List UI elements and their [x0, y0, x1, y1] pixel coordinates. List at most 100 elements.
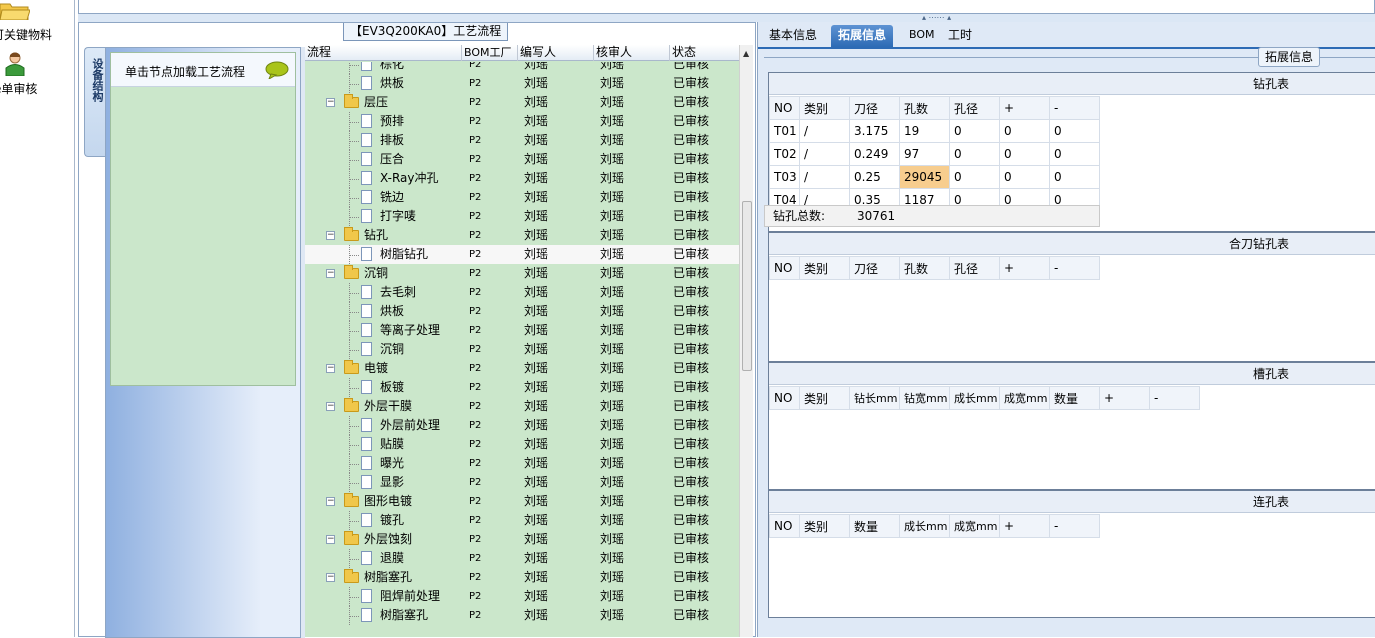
- tree-step-row[interactable]: 外层前处理 P2 刘瑶 刘瑶 已审核: [305, 416, 739, 435]
- grid-header-cell[interactable]: NO: [769, 96, 800, 120]
- vertical-tab-equipment[interactable]: 设备结构: [84, 47, 106, 157]
- tree-step-row[interactable]: 去毛刺 P2 刘瑶 刘瑶 已审核: [305, 283, 739, 302]
- grid-header-cell[interactable]: 成宽mm: [999, 386, 1050, 410]
- node-nav-header[interactable]: 单击节点加载工艺流程: [111, 53, 295, 87]
- tree-step-row[interactable]: 镀孔 P2 刘瑶 刘瑶 已审核: [305, 511, 739, 530]
- grid-cell[interactable]: T01: [769, 119, 800, 143]
- tree-group-row[interactable]: − 沉铜 P2 刘瑶 刘瑶 已审核: [305, 264, 739, 283]
- grid-cell[interactable]: 0: [949, 165, 1000, 189]
- scroll-thumb[interactable]: [742, 201, 752, 371]
- grid-cell[interactable]: 0: [999, 119, 1050, 143]
- grid-header-cell[interactable]: 类别: [799, 96, 850, 120]
- grid-header-cell[interactable]: 成宽mm: [949, 514, 1000, 538]
- grid-cell[interactable]: /: [799, 119, 850, 143]
- grid-header-cell[interactable]: NO: [769, 514, 800, 538]
- tree-step-row[interactable]: 贴膜 P2 刘瑶 刘瑶 已审核: [305, 435, 739, 454]
- tree-step-row[interactable]: 等离子处理 P2 刘瑶 刘瑶 已审核: [305, 321, 739, 340]
- collapse-toggle-icon[interactable]: −: [326, 402, 335, 411]
- top-splitter[interactable]: ▴ ⋯⋯ ▴: [78, 13, 1375, 22]
- tree-step-row[interactable]: X-Ray冲孔 P2 刘瑶 刘瑶 已审核: [305, 169, 739, 188]
- grid-header-cell[interactable]: -: [1049, 514, 1100, 538]
- table-row[interactable]: T02/0.249 97 0 0 0: [769, 142, 1100, 166]
- collapse-toggle-icon[interactable]: −: [326, 98, 335, 107]
- tree-step-row[interactable]: 板镀 P2 刘瑶 刘瑶 已审核: [305, 378, 739, 397]
- grid-cell[interactable]: 0.249: [849, 142, 900, 166]
- tree-step-row[interactable]: 排板 P2 刘瑶 刘瑶 已审核: [305, 131, 739, 150]
- grid-cell[interactable]: T03: [769, 165, 800, 189]
- tree-step-row[interactable]: 显影 P2 刘瑶 刘瑶 已审核: [305, 473, 739, 492]
- tree-step-row[interactable]: 压合 P2 刘瑶 刘瑶 已审核: [305, 150, 739, 169]
- grid-header-cell[interactable]: 钻长mm: [849, 386, 900, 410]
- grid-cell[interactable]: 0: [1049, 165, 1100, 189]
- tab-bom[interactable]: BOM: [902, 25, 942, 47]
- collapse-toggle-icon[interactable]: −: [326, 364, 335, 373]
- grid-header-cell[interactable]: +: [999, 96, 1050, 120]
- grid-cell[interactable]: 0: [999, 165, 1050, 189]
- tree-group-row[interactable]: − 层压 P2 刘瑶 刘瑶 已审核: [305, 93, 739, 112]
- grid-header-cell[interactable]: 孔径: [949, 96, 1000, 120]
- grid-header-cell[interactable]: -: [1049, 96, 1100, 120]
- tree-step-row[interactable]: 曝光 P2 刘瑶 刘瑶 已审核: [305, 454, 739, 473]
- tree-step-row[interactable]: 沉铜 P2 刘瑶 刘瑶 已审核: [305, 340, 739, 359]
- grid-cell[interactable]: 0: [949, 142, 1000, 166]
- grid-cell[interactable]: 0: [1049, 142, 1100, 166]
- grid-cell[interactable]: 0: [1049, 119, 1100, 143]
- tree-group-row[interactable]: − 电镀 P2 刘瑶 刘瑶 已审核: [305, 359, 739, 378]
- col-header-bom[interactable]: BOM工厂: [462, 45, 518, 61]
- grid-header-cell[interactable]: 类别: [799, 256, 850, 280]
- grid-cell[interactable]: 19: [899, 119, 950, 143]
- collapse-toggle-icon[interactable]: −: [326, 573, 335, 582]
- collapse-toggle-icon[interactable]: −: [326, 269, 335, 278]
- tree-step-row[interactable]: 退膜 P2 刘瑶 刘瑶 已审核: [305, 549, 739, 568]
- grid-header-cell[interactable]: -: [1149, 386, 1200, 410]
- scroll-up-icon[interactable]: ▲: [743, 49, 749, 58]
- tree-step-row[interactable]: 预排 P2 刘瑶 刘瑶 已审核: [305, 112, 739, 131]
- tree-group-row[interactable]: − 外层蚀刻 P2 刘瑶 刘瑶 已审核: [305, 530, 739, 549]
- tree-step-row[interactable]: 树脂塞孔 P2 刘瑶 刘瑶 已审核: [305, 606, 739, 625]
- grid-cell[interactable]: 0.25: [849, 165, 900, 189]
- tree-group-row[interactable]: − 外层干膜 P2 刘瑶 刘瑶 已审核: [305, 397, 739, 416]
- col-header-writer[interactable]: 编写人: [518, 45, 594, 61]
- grid-cell[interactable]: 0: [999, 142, 1050, 166]
- tab-basic-info[interactable]: 基本信息: [762, 25, 824, 47]
- grid-header-cell[interactable]: 刀径: [849, 256, 900, 280]
- grid-header-cell[interactable]: NO: [769, 256, 800, 280]
- grid-header-cell[interactable]: 孔数: [899, 96, 950, 120]
- grid-header-cell[interactable]: 数量: [1049, 386, 1100, 410]
- nav-item-review[interactable]: e单审核: [0, 80, 37, 97]
- table-row[interactable]: T03/0.25 29045 0 0 0: [769, 165, 1100, 189]
- table-row[interactable]: T01/3.175 19 0 0 0: [769, 119, 1100, 143]
- tree-step-row[interactable]: 烘板 P2 刘瑶 刘瑶 已审核: [305, 302, 739, 321]
- grid-header-cell[interactable]: 成长mm: [949, 386, 1000, 410]
- grid-header-cell[interactable]: 孔径: [949, 256, 1000, 280]
- nav-item-key-material[interactable]: 可关键物料: [0, 26, 52, 43]
- grid-cell[interactable]: T02: [769, 142, 800, 166]
- tree-step-row[interactable]: 阻焊前处理 P2 刘瑶 刘瑶 已审核: [305, 587, 739, 606]
- tree-group-row[interactable]: − 图形电镀 P2 刘瑶 刘瑶 已审核: [305, 492, 739, 511]
- grid-header-cell[interactable]: -: [1049, 256, 1100, 280]
- tree-step-row[interactable]: 铣边 P2 刘瑶 刘瑶 已审核: [305, 188, 739, 207]
- col-header-reviewer[interactable]: 核审人: [594, 45, 670, 61]
- tree-scrollbar[interactable]: ▲: [739, 45, 753, 637]
- collapse-toggle-icon[interactable]: −: [326, 231, 335, 240]
- grid-header-cell[interactable]: +: [999, 514, 1050, 538]
- grid-cell[interactable]: 97: [899, 142, 950, 166]
- grid-header-cell[interactable]: NO: [769, 386, 800, 410]
- grid-cell[interactable]: /: [799, 142, 850, 166]
- grid-cell[interactable]: 3.175: [849, 119, 900, 143]
- grid-header-cell[interactable]: 成长mm: [899, 514, 950, 538]
- tab-work-hours[interactable]: 工时: [941, 25, 979, 47]
- col-header-status[interactable]: 状态: [670, 45, 739, 61]
- tree-step-row[interactable]: 树脂钻孔 P2 刘瑶 刘瑶 已审核: [305, 245, 739, 264]
- grid-header-cell[interactable]: +: [999, 256, 1050, 280]
- tree-step-row[interactable]: 棕化 P2 刘瑶 刘瑶 已审核: [305, 62, 739, 74]
- grid-cell[interactable]: /: [799, 165, 850, 189]
- grid-header-cell[interactable]: 刀径: [849, 96, 900, 120]
- grid-header-cell[interactable]: 类别: [799, 386, 850, 410]
- grid-cell[interactable]: 0: [949, 119, 1000, 143]
- col-header-process[interactable]: 流程: [305, 45, 462, 61]
- tree-group-row[interactable]: − 钻孔 P2 刘瑶 刘瑶 已审核: [305, 226, 739, 245]
- tab-extended-info[interactable]: 拓展信息: [831, 25, 894, 47]
- grid-header-cell[interactable]: 数量: [849, 514, 900, 538]
- collapse-toggle-icon[interactable]: −: [326, 535, 335, 544]
